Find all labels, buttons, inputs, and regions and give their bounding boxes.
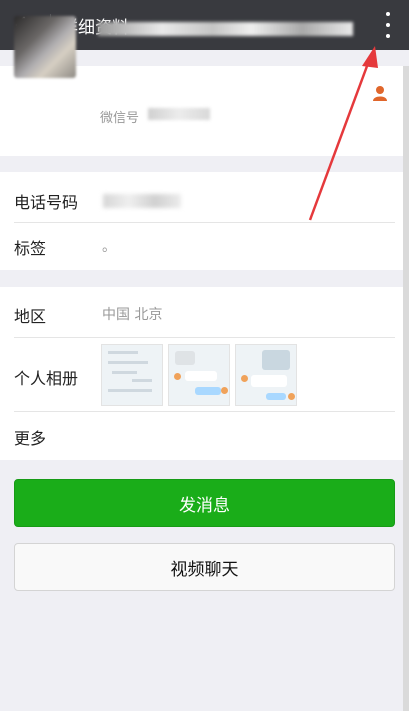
annotation-arrow [308, 46, 378, 221]
